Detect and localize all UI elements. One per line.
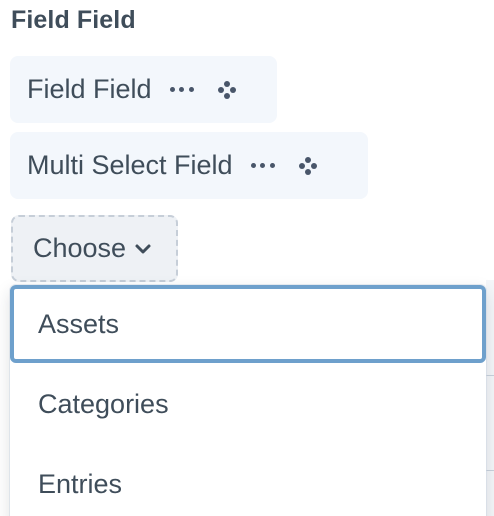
field-chip-multi-select-field[interactable]: Multi Select Field [10, 132, 368, 199]
tab-heading: Field Field [11, 6, 136, 34]
field-chip-field-field[interactable]: Field Field [10, 56, 277, 123]
choose-button-label: Choose [33, 233, 127, 263]
ellipsis-icon[interactable] [169, 80, 194, 100]
chevron-down-icon [134, 240, 152, 258]
dropdown-item-assets[interactable]: Assets [10, 285, 486, 363]
field-type-dropdown-menu: Assets Categories Entries [10, 285, 486, 516]
move-icon[interactable] [298, 156, 317, 175]
field-chip-label: Field Field [27, 74, 152, 104]
background-shade [486, 280, 494, 516]
ellipsis-icon[interactable] [250, 156, 275, 176]
field-chip-label: Multi Select Field [27, 150, 233, 180]
dropdown-item-entries[interactable]: Entries [10, 445, 486, 516]
dropdown-item-categories[interactable]: Categories [10, 365, 486, 443]
field-layout-panel: Field Field Field Field Multi Select Fie… [0, 0, 494, 516]
choose-button[interactable]: Choose [11, 215, 178, 282]
move-icon[interactable] [217, 80, 236, 99]
